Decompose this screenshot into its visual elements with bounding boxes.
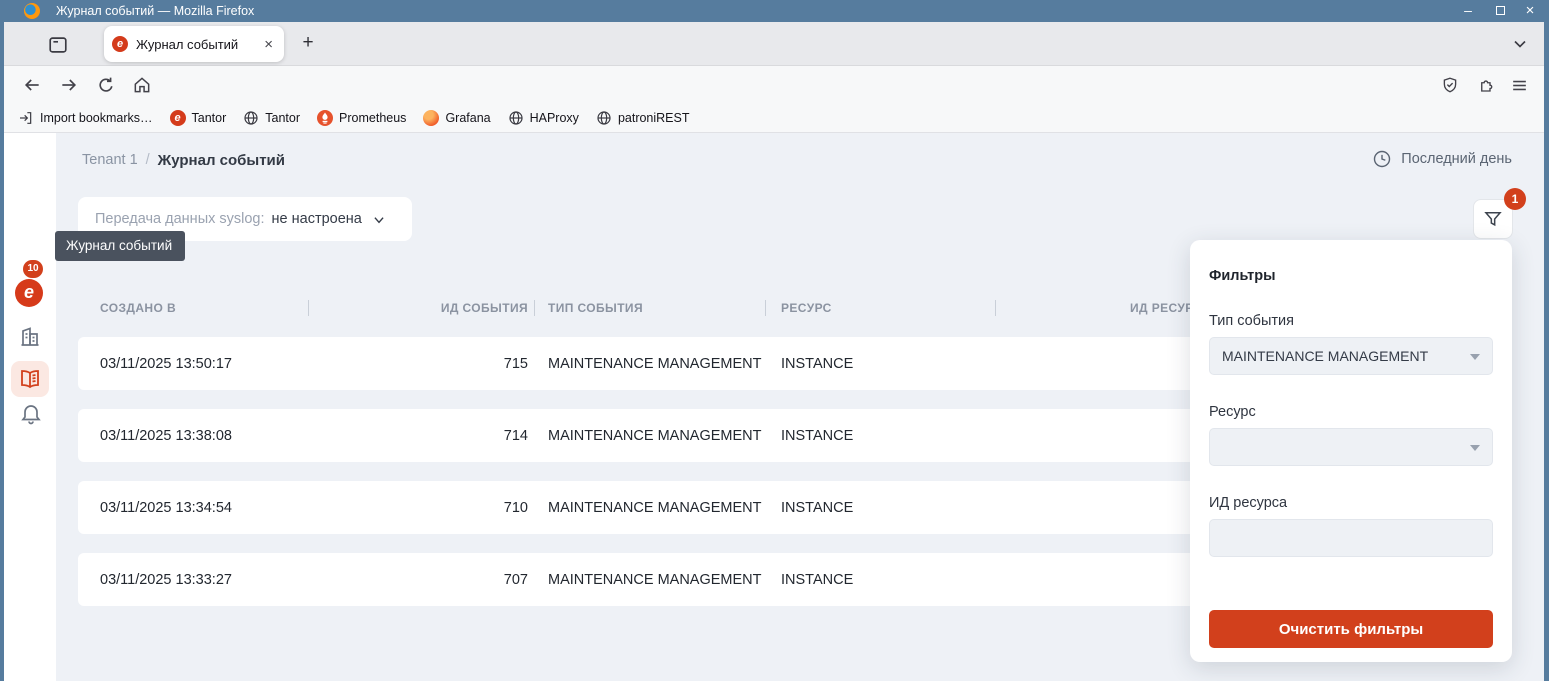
filter-panel-title: Фильтры <box>1209 268 1493 284</box>
sidebar-item-event-log-book-icon[interactable] <box>18 367 42 391</box>
notifications-badge: 10 <box>23 260 43 278</box>
firefox-view-icon[interactable] <box>47 34 69 56</box>
event-type-label: Тип события <box>1209 313 1493 329</box>
column-divider <box>534 300 535 316</box>
protections-shield-check-icon[interactable] <box>1441 76 1459 94</box>
cell-event-type: MAINTENANCE MANAGEMENT <box>548 553 762 606</box>
tab-bar: e Журнал событий × + <box>4 22 1544 66</box>
tantor-logo[interactable]: e <box>15 279 43 307</box>
close-window-button[interactable]: × <box>1519 0 1541 22</box>
bookmark-prometheus[interactable]: Prometheus <box>317 110 406 126</box>
app-sidebar: e <box>4 133 56 681</box>
forward-icon[interactable] <box>59 75 79 95</box>
maximize-button[interactable] <box>1489 0 1511 22</box>
event-type-value: MAINTENANCE MANAGEMENT <box>1222 348 1428 364</box>
bookmark-haproxy[interactable]: HAProxy <box>508 110 579 126</box>
tantor-favicon: e <box>112 36 128 52</box>
cell-event-type: MAINTENANCE MANAGEMENT <box>548 409 762 462</box>
reload-icon[interactable] <box>96 75 116 95</box>
funnel-icon <box>1483 209 1503 229</box>
import-icon <box>18 110 34 126</box>
navigation-toolbar: https://education.tantorlabs.ru/platform… <box>4 66 1544 104</box>
browser-tab[interactable]: e Журнал событий × <box>104 26 284 62</box>
cell-created: 03/11/2025 13:50:17 <box>100 337 232 390</box>
globe-icon <box>243 110 259 126</box>
breadcrumb-tenant-link[interactable]: Tenant 1 <box>82 152 138 168</box>
globe-icon <box>596 110 612 126</box>
window-titlebar: Журнал событий — Mozilla Firefox – × <box>0 0 1549 22</box>
tab-close-icon[interactable]: × <box>261 36 276 53</box>
minimize-button[interactable]: – <box>1457 0 1479 22</box>
maximize-icon <box>1496 6 1505 15</box>
column-header-event-type: ТИП СОБЫТИЯ <box>548 301 643 315</box>
cell-event-id: 715 <box>358 337 528 390</box>
syslog-value: не настроена <box>272 211 362 227</box>
filter-panel: Фильтры Тип события MAINTENANCE MANAGEME… <box>1190 240 1512 662</box>
cell-created: 03/11/2025 13:38:08 <box>100 409 232 462</box>
period-label: Последний день <box>1401 151 1512 167</box>
resource-id-input[interactable] <box>1209 519 1493 557</box>
sidebar-tooltip: Журнал событий <box>55 231 185 261</box>
prometheus-icon <box>317 110 333 126</box>
column-header-created: СОЗДАНО В <box>100 301 176 315</box>
globe-icon <box>508 110 524 126</box>
bookmark-import[interactable]: Import bookmarks… <box>18 110 153 126</box>
column-divider <box>995 300 996 316</box>
cell-resource: INSTANCE <box>781 409 853 462</box>
cell-created: 03/11/2025 13:33:27 <box>100 553 232 606</box>
cell-event-type: MAINTENANCE MANAGEMENT <box>548 337 762 390</box>
cell-event-id: 710 <box>358 481 528 534</box>
breadcrumb-separator: / <box>146 152 150 168</box>
bookmark-patronirest[interactable]: patroniREST <box>596 110 690 126</box>
cell-event-id: 707 <box>358 553 528 606</box>
firefox-icon <box>24 3 40 19</box>
page-title: Журнал событий <box>158 152 285 169</box>
cell-resource: INSTANCE <box>781 553 853 606</box>
grafana-icon <box>423 110 439 126</box>
resource-label: Ресурс <box>1209 404 1493 420</box>
new-tab-button[interactable]: + <box>296 32 320 54</box>
sidebar-item-tenants-building-icon[interactable] <box>18 325 42 349</box>
bookmarks-toolbar: Import bookmarks… e Tantor Tantor Promet… <box>4 104 1544 133</box>
filter-count-badge: 1 <box>1504 188 1526 210</box>
column-header-resource: РЕСУРС <box>781 301 832 315</box>
resource-select[interactable] <box>1209 428 1493 466</box>
home-icon[interactable] <box>132 75 152 95</box>
column-divider <box>308 300 309 316</box>
tantor-icon: e <box>170 110 186 126</box>
period-selector[interactable]: Последний день <box>1372 148 1512 170</box>
firefox-window: Журнал событий — Mozilla Firefox – × e Ж… <box>0 0 1549 681</box>
cell-created: 03/11/2025 13:34:54 <box>100 481 232 534</box>
column-header-event-id: ИД СОБЫТИЯ <box>358 301 528 315</box>
hamburger-menu-icon[interactable] <box>1510 76 1529 95</box>
resource-id-label: ИД ресурса <box>1209 495 1493 511</box>
list-all-tabs-icon[interactable] <box>1510 34 1530 54</box>
cell-event-id: 714 <box>358 409 528 462</box>
tab-title: Журнал событий <box>136 37 261 52</box>
window-border <box>0 22 4 681</box>
syslog-label: Передача данных syslog: <box>95 211 265 227</box>
cell-resource: INSTANCE <box>781 337 853 390</box>
caret-down-icon <box>1470 354 1480 360</box>
sidebar-item-notifications-bell-icon[interactable] <box>19 401 43 425</box>
clear-filters-button[interactable]: Очистить фильтры <box>1209 610 1493 648</box>
bookmark-tantor[interactable]: e Tantor <box>170 110 227 126</box>
event-type-select[interactable]: MAINTENANCE MANAGEMENT <box>1209 337 1493 375</box>
bookmark-grafana[interactable]: Grafana <box>423 110 490 126</box>
back-icon[interactable] <box>22 75 42 95</box>
extensions-puzzle-icon[interactable] <box>1478 76 1496 94</box>
window-border <box>1544 22 1549 681</box>
cell-resource: INSTANCE <box>781 481 853 534</box>
cell-event-type: MAINTENANCE MANAGEMENT <box>548 481 762 534</box>
column-divider <box>765 300 766 316</box>
chevron-down-icon <box>372 213 386 227</box>
window-title: Журнал событий — Mozilla Firefox <box>56 0 254 22</box>
bookmark-tantor-globe[interactable]: Tantor <box>243 110 300 126</box>
clock-icon <box>1372 149 1392 169</box>
breadcrumb: Tenant 1 / Журнал событий <box>82 150 285 170</box>
caret-down-icon <box>1470 445 1480 451</box>
